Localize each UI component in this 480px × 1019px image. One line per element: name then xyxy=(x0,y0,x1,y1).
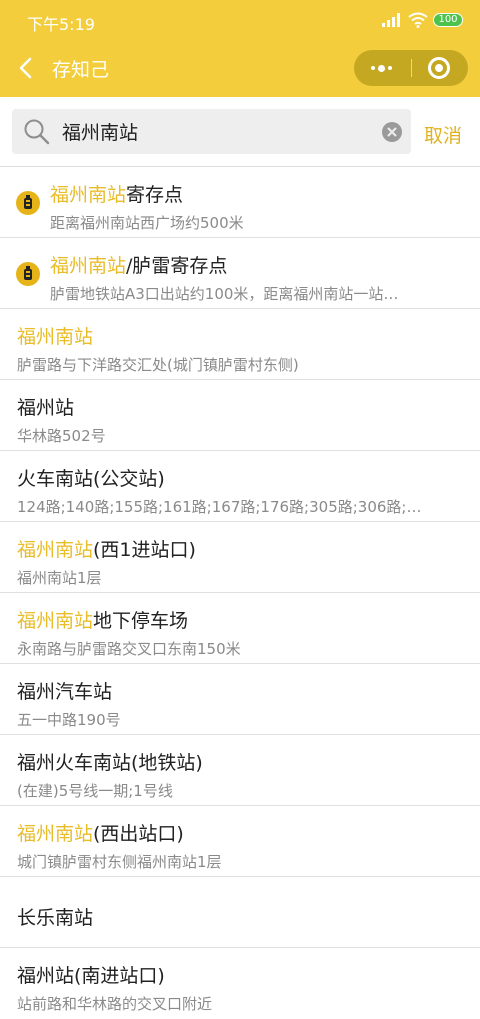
more-button[interactable] xyxy=(354,50,410,86)
result-title-highlight: 福州南站 xyxy=(17,823,94,845)
page-title: 存知己 xyxy=(52,59,110,81)
search-results-list: 福州南站寄存点 距离福州南站西广场约500米 福州南站/胪雷寄存点 胪雷地铁站A… xyxy=(0,167,480,1019)
app-header: 下午5:19 100 存知己 xyxy=(0,0,480,97)
result-title: 火车南站(公交站) xyxy=(17,464,165,491)
back-icon[interactable] xyxy=(14,55,40,81)
more-dot-icon xyxy=(388,66,392,70)
search-row: 取消 xyxy=(0,97,480,167)
result-subtitle: 城门镇胪雷村东侧福州南站1层 xyxy=(17,853,222,871)
result-title: 福州站(南进站口) xyxy=(17,961,165,988)
result-title-rest: 福州站(南进站口) xyxy=(17,965,165,987)
result-item[interactable]: 福州南站寄存点 距离福州南站西广场约500米 xyxy=(0,167,480,238)
result-item[interactable]: 福州汽车站 五一中路190号 xyxy=(0,664,480,735)
search-icon xyxy=(24,119,50,145)
result-subtitle: 距离福州南站西广场约500米 xyxy=(50,214,244,232)
close-button[interactable] xyxy=(412,50,468,86)
result-item[interactable]: 福州站 华林路502号 xyxy=(0,380,480,451)
battery-icon: 100 xyxy=(433,13,463,27)
result-title: 福州火车南站(地铁站) xyxy=(17,748,203,775)
result-subtitle: 福州南站1层 xyxy=(17,569,102,587)
result-title-rest: 地下停车场 xyxy=(93,610,189,632)
result-title-rest: 福州火车南站(地铁站) xyxy=(17,752,203,774)
search-box xyxy=(12,109,411,154)
result-item[interactable]: 福州南站/胪雷寄存点 胪雷地铁站A3口出站约100米，距离福州南站一站… xyxy=(0,238,480,309)
result-item[interactable]: 福州南站地下停车场 永南路与胪雷路交叉口东南150米 xyxy=(0,593,480,664)
result-title: 福州南站(西1进站口) xyxy=(17,535,196,562)
result-item[interactable]: 福州南站(西出站口) 城门镇胪雷村东侧福州南站1层 xyxy=(0,806,480,877)
result-title-highlight: 福州南站 xyxy=(17,610,94,632)
nav-bar: 存知己 xyxy=(0,40,480,97)
result-title: 福州南站/胪雷寄存点 xyxy=(50,251,227,278)
result-item[interactable]: 福州南站(西1进站口) 福州南站1层 xyxy=(0,522,480,593)
result-title: 福州南站(西出站口) xyxy=(17,819,184,846)
result-subtitle: 124路;140路;155路;161路;167路;176路;305路;306路;… xyxy=(17,498,422,516)
result-item[interactable]: 长乐南站 xyxy=(0,877,480,948)
result-title-rest: 寄存点 xyxy=(126,184,184,206)
result-title: 福州南站寄存点 xyxy=(50,180,183,207)
result-title: 福州南站地下停车场 xyxy=(17,606,188,633)
close-dot-icon xyxy=(435,64,443,72)
result-subtitle: 五一中路190号 xyxy=(17,711,121,729)
result-title: 福州汽车站 xyxy=(17,677,112,704)
result-title-rest: 福州汽车站 xyxy=(17,681,113,703)
status-time: 下午5:19 xyxy=(27,15,95,34)
result-title: 福州站 xyxy=(17,393,74,420)
result-title: 福州南站 xyxy=(17,322,93,349)
search-input[interactable] xyxy=(62,109,362,154)
result-title: 长乐南站 xyxy=(17,903,93,930)
luggage-pin-icon xyxy=(16,262,40,286)
more-dot-icon xyxy=(378,65,385,72)
wifi-icon xyxy=(408,12,428,28)
status-bar: 下午5:19 100 xyxy=(0,0,480,40)
result-item[interactable]: 火车南站(公交站) 124路;140路;155路;161路;167路;176路;… xyxy=(0,451,480,522)
result-title-rest: 福州站 xyxy=(17,397,75,419)
result-item[interactable]: 福州南站 胪雷路与下洋路交汇处(城门镇胪雷村东侧) xyxy=(0,309,480,380)
result-item[interactable]: 福州火车南站(地铁站) (在建)5号线一期;1号线 xyxy=(0,735,480,806)
result-title-rest: (西出站口) xyxy=(93,823,184,845)
signal-icon xyxy=(382,13,400,27)
result-subtitle: (在建)5号线一期;1号线 xyxy=(17,782,173,800)
result-title-rest: (西1进站口) xyxy=(93,539,196,561)
clear-icon[interactable] xyxy=(382,122,402,142)
cancel-button[interactable]: 取消 xyxy=(424,121,462,148)
result-title-highlight: 福州南站 xyxy=(17,539,94,561)
result-title-highlight: 福州南站 xyxy=(50,184,127,206)
luggage-pin-icon xyxy=(16,191,40,215)
result-title-highlight: 福州南站 xyxy=(17,326,94,348)
result-item[interactable]: 福州站(南进站口) 站前路和华林路的交叉口附近 xyxy=(0,948,480,1019)
result-title-highlight: 福州南站 xyxy=(50,255,127,277)
result-subtitle: 站前路和华林路的交叉口附近 xyxy=(17,995,213,1013)
result-subtitle: 胪雷路与下洋路交汇处(城门镇胪雷村东侧) xyxy=(17,356,299,374)
mini-program-capsule xyxy=(354,50,468,86)
result-title-rest: 长乐南站 xyxy=(17,907,94,929)
result-subtitle: 胪雷地铁站A3口出站约100米，距离福州南站一站… xyxy=(50,285,399,303)
result-title-rest: /胪雷寄存点 xyxy=(126,255,228,277)
result-title-rest: 火车南站(公交站) xyxy=(17,468,165,490)
result-subtitle: 永南路与胪雷路交叉口东南150米 xyxy=(17,640,241,658)
more-dot-icon xyxy=(371,66,375,70)
result-subtitle: 华林路502号 xyxy=(17,427,106,445)
